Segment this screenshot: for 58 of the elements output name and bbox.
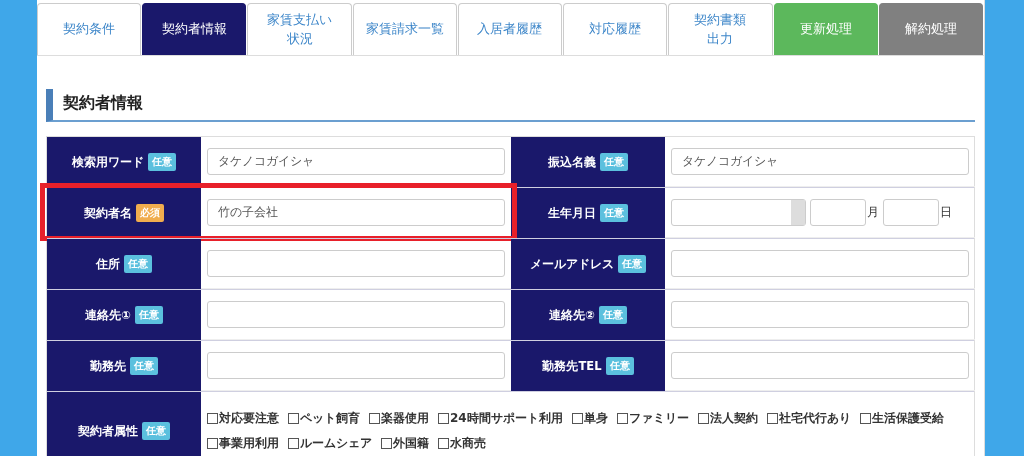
checkbox-option[interactable]: 外国籍: [381, 434, 429, 452]
section-heading: 契約者情報: [46, 89, 975, 122]
year-select[interactable]: [671, 199, 806, 226]
text-field[interactable]: 竹の子会社: [207, 199, 505, 226]
optional-badge: 任意: [618, 255, 646, 273]
optional-badge: 任意: [600, 204, 628, 222]
text-field[interactable]: タケノコガイシャ: [671, 148, 969, 175]
action-tab[interactable]: 解約処理: [878, 3, 983, 55]
unit-label: 月: [867, 204, 879, 221]
checkbox-option[interactable]: 法人契約: [697, 409, 758, 427]
field-label: 契約者属性: [78, 423, 138, 439]
tab[interactable]: 入居者履歴: [457, 3, 563, 55]
text-field[interactable]: タケノコガイシャ: [207, 148, 505, 175]
unit-label: 日: [940, 204, 952, 221]
text-field[interactable]: [671, 301, 969, 328]
checkbox-option[interactable]: 24時間サポート利用: [438, 409, 563, 427]
checkbox-option[interactable]: 楽器使用: [369, 409, 429, 427]
text-field[interactable]: [207, 301, 505, 328]
optional-badge: 任意: [134, 306, 163, 324]
checkbox-option[interactable]: 水商売: [438, 434, 486, 452]
tab[interactable]: 家賃支払い 状況: [247, 3, 352, 55]
checkbox-option[interactable]: 事業用利用: [207, 434, 279, 452]
checkbox-option[interactable]: 単身: [571, 409, 608, 427]
day-field[interactable]: [883, 199, 939, 226]
field-label: 連絡先①: [85, 307, 131, 323]
text-field[interactable]: [671, 352, 969, 379]
optional-badge: 任意: [130, 357, 158, 375]
field-label: 契約者名: [84, 205, 132, 221]
optional-badge: 任意: [605, 357, 634, 375]
checkbox-option[interactable]: ペット飼育: [288, 409, 360, 427]
text-field[interactable]: [671, 250, 969, 277]
field-label: 勤務先: [90, 358, 126, 374]
optional-badge: 任意: [142, 422, 170, 440]
tab[interactable]: 契約条件: [37, 3, 142, 55]
checkbox-option[interactable]: 対応要注意: [207, 409, 279, 427]
optional-badge: 任意: [124, 255, 152, 273]
tab[interactable]: 対応履歴: [563, 3, 668, 55]
field-label: 住所: [96, 256, 120, 272]
optional-badge: 任意: [600, 153, 628, 171]
field-label: メールアドレス: [530, 256, 614, 272]
checkbox-option[interactable]: ルームシェア: [288, 434, 372, 452]
field-label: 検索用ワード: [72, 154, 144, 170]
optional-badge: 任意: [598, 306, 627, 324]
required-badge: 必須: [136, 204, 164, 222]
field-label: 振込名義: [548, 154, 596, 170]
checkbox-option[interactable]: ファミリー: [616, 409, 689, 427]
month-field[interactable]: [810, 199, 866, 226]
tab[interactable]: 契約者情報: [142, 3, 247, 55]
optional-badge: 任意: [148, 153, 176, 171]
text-field[interactable]: [207, 352, 505, 379]
text-field[interactable]: [207, 250, 505, 277]
tab[interactable]: 家賃請求一覧: [352, 3, 457, 55]
checkbox-option[interactable]: 生活保護受給: [859, 409, 944, 427]
field-label: 連絡先②: [549, 307, 595, 323]
field-label: 勤務先TEL: [542, 358, 602, 374]
field-label: 生年月日: [548, 205, 596, 221]
checkbox-option[interactable]: 社宅代行あり: [766, 409, 851, 427]
tab[interactable]: 契約書類 出力: [668, 3, 773, 55]
